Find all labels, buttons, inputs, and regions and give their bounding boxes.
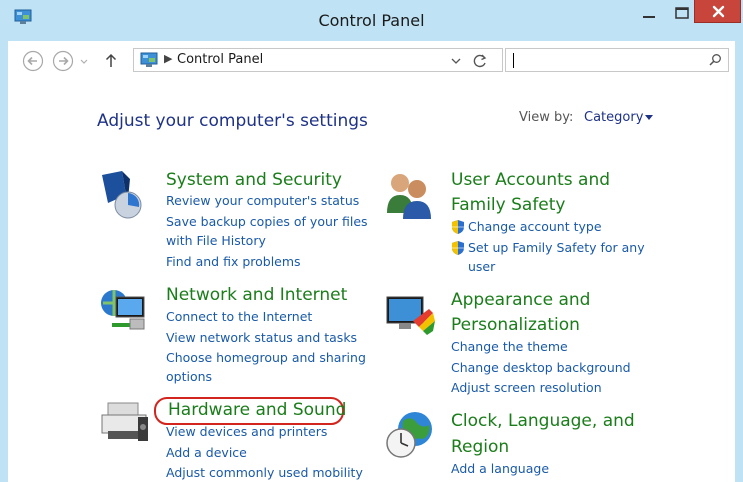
maximize-button[interactable] <box>670 4 694 24</box>
category-title-appearance-line2[interactable]: Personalization <box>451 312 580 338</box>
link-view-devices-printers[interactable]: View devices and printers <box>166 422 327 442</box>
view-by-caret-icon[interactable] <box>645 115 653 120</box>
link-choose-homegroup[interactable]: Choose homegroup and sharing <box>166 348 366 368</box>
link-change-account-type[interactable]: Change account type <box>468 217 602 237</box>
close-icon <box>712 5 725 18</box>
refresh-icon[interactable] <box>469 50 491 72</box>
back-button[interactable] <box>22 50 44 72</box>
window-title: Control Panel <box>318 11 425 30</box>
link-view-network-status[interactable]: View network status and tasks <box>166 328 357 348</box>
category-title-hardware-sound[interactable]: Hardware and Sound <box>168 397 346 423</box>
system-security-icon[interactable] <box>98 169 150 221</box>
link-family-safety-user[interactable]: user <box>468 257 495 277</box>
address-bar: ▶ Control Panel <box>8 41 735 79</box>
text-caret <box>513 53 514 68</box>
link-file-history[interactable]: with File History <box>166 231 266 251</box>
search-icon[interactable] <box>708 53 722 67</box>
category-title-system-security[interactable]: System and Security <box>166 167 342 193</box>
control-panel-window: Control Panel ▶ Control Panel Adjust you… <box>0 0 743 482</box>
breadcrumb-control-panel[interactable]: Control Panel <box>177 52 263 67</box>
link-homegroup-options[interactable]: options <box>166 367 212 387</box>
address-dropdown-chevron-icon[interactable] <box>450 51 462 71</box>
appearance-icon[interactable] <box>383 291 435 343</box>
link-review-computer-status[interactable]: Review your computer's status <box>166 191 359 211</box>
control-panel-path-icon <box>140 52 158 67</box>
hardware-sound-icon[interactable] <box>98 397 150 449</box>
category-title-appearance-line1[interactable]: Appearance and <box>451 287 590 313</box>
recent-locations-chevron-icon[interactable] <box>78 50 90 72</box>
link-connect-internet[interactable]: Connect to the Internet <box>166 307 312 327</box>
uac-shield-icon <box>452 241 464 255</box>
link-save-backup-copies[interactable]: Save backup copies of your files <box>166 212 368 232</box>
control-panel-content: Adjust your computer's settings View by:… <box>8 79 735 482</box>
link-add-language[interactable]: Add a language <box>451 459 549 479</box>
link-adjust-screen-resolution[interactable]: Adjust screen resolution <box>451 378 602 398</box>
path-separator-icon[interactable]: ▶ <box>164 52 172 65</box>
category-title-user-accounts-line1[interactable]: User Accounts and <box>451 167 610 193</box>
search-input[interactable] <box>505 48 729 72</box>
view-by-dropdown[interactable]: Category <box>584 110 643 125</box>
link-add-device[interactable]: Add a device <box>166 443 247 463</box>
link-setup-family-safety[interactable]: Set up Family Safety for any <box>468 238 645 258</box>
network-internet-icon[interactable] <box>98 285 150 337</box>
link-adjust-mobility[interactable]: Adjust commonly used mobility <box>166 463 363 482</box>
category-title-clock-line2[interactable]: Region <box>451 434 509 460</box>
uac-shield-icon <box>452 220 464 234</box>
close-button[interactable] <box>694 0 741 23</box>
page-heading: Adjust your computer's settings <box>97 111 368 131</box>
link-find-fix-problems[interactable]: Find and fix problems <box>166 252 301 272</box>
category-title-clock-line1[interactable]: Clock, Language, and <box>451 408 635 434</box>
link-change-theme[interactable]: Change the theme <box>451 337 568 357</box>
user-accounts-icon[interactable] <box>383 169 435 221</box>
forward-button[interactable] <box>52 50 74 72</box>
category-title-user-accounts-line2[interactable]: Family Safety <box>451 192 565 218</box>
clock-globe-icon[interactable] <box>383 409 435 461</box>
category-title-network-internet[interactable]: Network and Internet <box>166 282 347 308</box>
title-bar[interactable]: Control Panel <box>0 0 743 41</box>
minimize-button[interactable] <box>638 4 660 24</box>
link-change-desktop-background[interactable]: Change desktop background <box>451 358 631 378</box>
up-arrow-button[interactable] <box>103 50 119 72</box>
address-path-box[interactable]: ▶ Control Panel <box>133 48 503 72</box>
view-by-label: View by: <box>519 110 574 125</box>
